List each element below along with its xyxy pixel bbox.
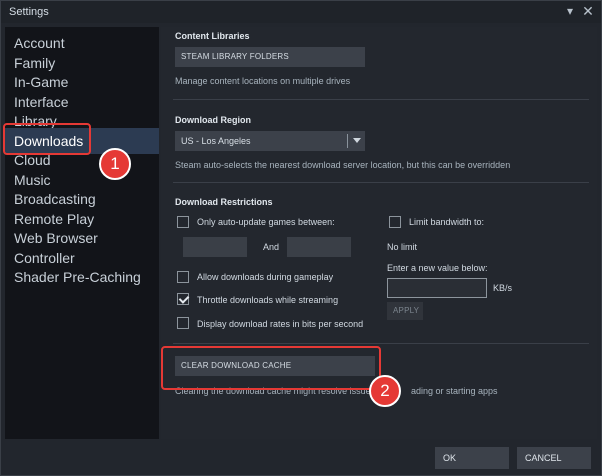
select-separator (347, 134, 348, 148)
allow-during-gameplay-checkbox[interactable] (177, 271, 189, 283)
ok-button[interactable]: OK (435, 447, 509, 469)
download-region-select[interactable]: US - Los Angeles (175, 131, 365, 151)
sidebar-item-interface[interactable]: Interface (14, 94, 68, 110)
minimize-icon[interactable]: ▾ (563, 4, 577, 18)
download-region-value: US - Los Angeles (181, 136, 251, 146)
sidebar-item-family[interactable]: Family (14, 55, 55, 71)
section-divider (173, 343, 589, 344)
step-2-badge: 2 (369, 375, 401, 407)
limit-bandwidth-checkbox[interactable] (389, 216, 401, 228)
sidebar-item-remote-play[interactable]: Remote Play (14, 211, 94, 227)
throttle-checkbox[interactable] (177, 293, 189, 305)
throttle-label: Throttle downloads while streaming (197, 295, 339, 305)
content-libraries-description: Manage content locations on multiple dri… (175, 76, 351, 86)
auto-update-end-field[interactable] (287, 237, 351, 257)
content-libraries-title: Content Libraries (175, 31, 250, 41)
download-region-title: Download Region (175, 115, 251, 125)
allow-during-gameplay-label: Allow downloads during gameplay (197, 272, 334, 282)
cache-description-right: ading or starting apps (411, 386, 498, 396)
clear-cache-highlight-box (161, 346, 381, 390)
dialog-footer: OK CANCEL (1, 439, 601, 475)
section-divider (173, 182, 589, 183)
new-value-label: Enter a new value below: (387, 263, 488, 273)
auto-update-label: Only auto-update games between: (197, 217, 335, 227)
bits-per-second-label: Display download rates in bits per secon… (197, 319, 364, 329)
window-title: Settings (9, 6, 49, 18)
close-icon[interactable]: ✕ (581, 4, 595, 18)
sidebar-item-shader-pre-caching[interactable]: Shader Pre-Caching (14, 269, 141, 285)
limit-bandwidth-label: Limit bandwidth to: (409, 217, 485, 227)
auto-update-checkbox[interactable] (177, 216, 189, 228)
kbs-unit-label: KB/s (493, 283, 513, 293)
settings-sidebar: Account Family In-Game Interface Library… (5, 27, 159, 439)
no-limit-label: No limit (387, 242, 418, 252)
section-divider (173, 99, 589, 100)
steam-library-folders-button[interactable]: STEAM LIBRARY FOLDERS (175, 47, 365, 67)
chevron-down-icon (353, 138, 361, 143)
sidebar-item-music[interactable]: Music (14, 172, 51, 188)
settings-window: Settings ▾ ✕ Account Family In-Game Inte… (0, 0, 602, 476)
sidebar-item-controller[interactable]: Controller (14, 250, 75, 266)
bandwidth-value-input[interactable] (387, 278, 487, 298)
sidebar-item-account[interactable]: Account (14, 35, 65, 51)
and-label: And (263, 242, 280, 252)
auto-update-start-field[interactable] (183, 237, 247, 257)
title-bar: Settings ▾ ✕ (1, 1, 601, 23)
sidebar-item-web-browser[interactable]: Web Browser (14, 230, 98, 246)
download-region-description: Steam auto-selects the nearest download … (175, 160, 511, 170)
sidebar-item-in-game[interactable]: In-Game (14, 74, 68, 90)
sidebar-item-broadcasting[interactable]: Broadcasting (14, 191, 96, 207)
cancel-button[interactable]: CANCEL (517, 447, 591, 469)
step-1-badge: 1 (99, 148, 131, 180)
bits-per-second-checkbox[interactable] (177, 317, 189, 329)
apply-button[interactable]: APPLY (387, 302, 423, 320)
downloads-highlight-box (3, 123, 91, 155)
download-restrictions-title: Download Restrictions (175, 197, 273, 207)
